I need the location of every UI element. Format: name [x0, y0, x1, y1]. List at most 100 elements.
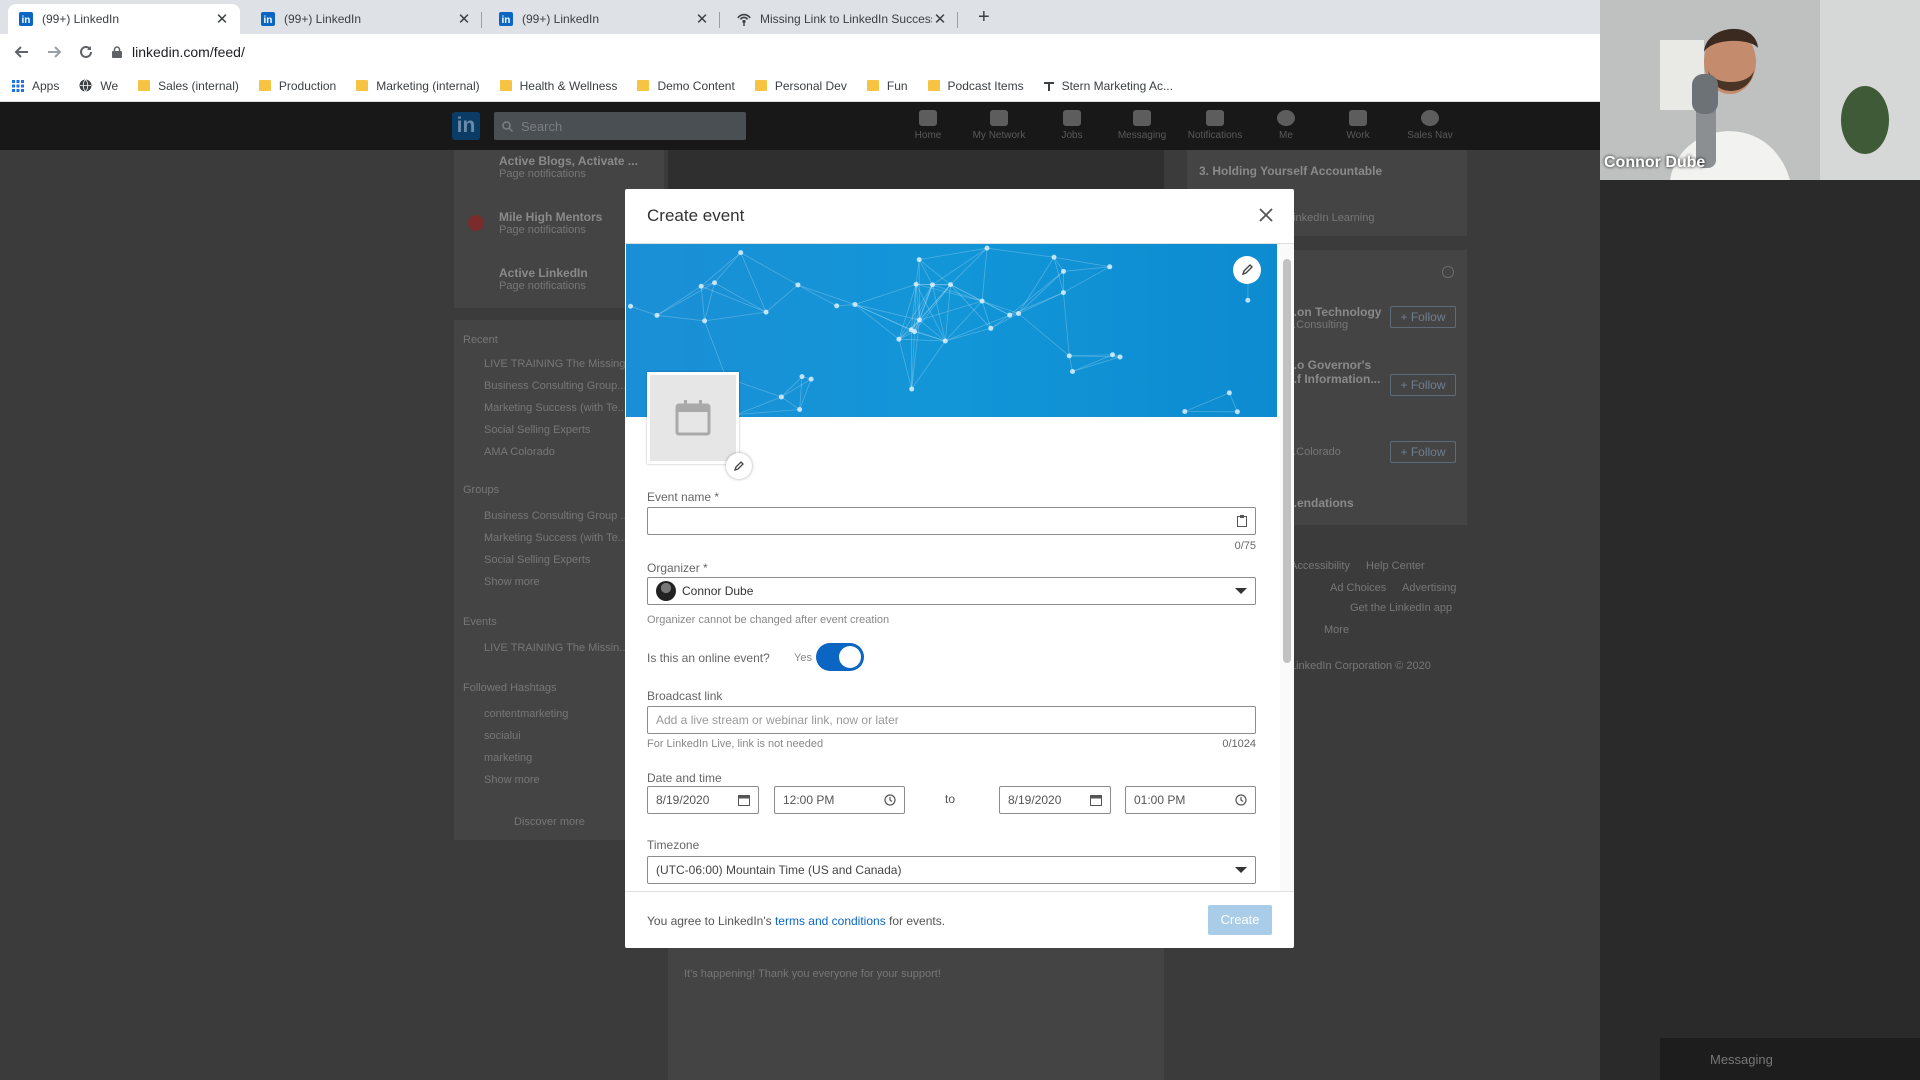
start-time-input[interactable]: 12:00 PM — [774, 786, 905, 814]
page-item[interactable]: Active LinkedIn Page notifications — [499, 266, 588, 292]
new-tab-button[interactable]: + — [978, 6, 990, 29]
back-icon[interactable] — [6, 44, 38, 60]
broadcast-link-input[interactable]: Add a live stream or webinar link, now o… — [647, 706, 1256, 734]
show-more-link[interactable]: Show more — [484, 774, 540, 786]
bookmark-stern[interactable]: Stern Marketing Ac... — [1043, 79, 1173, 93]
create-button[interactable]: Create — [1208, 905, 1272, 935]
nav-sales-nav[interactable]: Sales Nav — [1399, 110, 1461, 141]
edit-cover-pencil-icon[interactable] — [1233, 256, 1261, 284]
bookmark-folder[interactable]: Production — [258, 79, 336, 93]
linkedin-search[interactable]: Search — [494, 112, 746, 140]
bookmark-folder[interactable]: Sales (internal) — [138, 79, 239, 93]
show-more-link[interactable]: Show more — [484, 576, 540, 588]
close-icon[interactable] — [1254, 203, 1278, 227]
close-tab-icon[interactable]: ✕ — [456, 10, 472, 28]
nav-notifications[interactable]: Notifications — [1184, 110, 1246, 141]
event-item[interactable]: LIVE TRAINING The Missin... — [484, 642, 628, 654]
browser-tab[interactable]: Missing Link to LinkedIn Success ✕ — [726, 4, 958, 34]
nav-jobs[interactable]: Jobs — [1041, 110, 1103, 141]
webcam-feed: Connor Dube — [1600, 0, 1920, 180]
recent-item[interactable]: Social Selling Experts — [484, 424, 590, 436]
recent-item[interactable]: AMA Colorado — [484, 446, 555, 458]
bookmark-folder[interactable]: Podcast Items — [927, 79, 1024, 93]
browser-tab[interactable]: in (99+) LinkedIn ✕ — [8, 4, 240, 34]
clipboard-icon — [1237, 515, 1247, 527]
nav-my-network[interactable]: My Network — [968, 110, 1030, 141]
briefcase-icon — [1063, 110, 1081, 126]
messaging-icon — [1133, 110, 1151, 126]
scrollbar-thumb[interactable] — [1283, 259, 1291, 663]
nav-me[interactable]: Me — [1255, 110, 1317, 141]
organizer-select[interactable]: Connor Dube — [647, 577, 1256, 605]
bookmarks-bar: Apps We Sales (internal) Production Mark… — [0, 70, 1600, 102]
network-icon — [990, 110, 1008, 126]
event-logo-placeholder[interactable] — [647, 372, 739, 464]
messaging-bar[interactable]: Messaging — [1660, 1038, 1920, 1080]
recent-item[interactable]: Marketing Success (with Te... — [484, 402, 627, 414]
forward-icon[interactable] — [38, 44, 70, 60]
follow-button[interactable]: + Follow — [1390, 441, 1456, 463]
browser-tab[interactable]: in (99+) LinkedIn ✕ — [488, 4, 720, 34]
timezone-select[interactable]: (UTC-06:00) Mountain Time (US and Canada… — [647, 856, 1256, 884]
recent-item[interactable]: Business Consulting Group... — [484, 380, 626, 392]
info-icon[interactable] — [1442, 266, 1454, 278]
event-name-counter: 0/75 — [1234, 540, 1256, 552]
group-item[interactable]: Social Selling Experts — [484, 554, 590, 566]
nav-work[interactable]: Work — [1327, 110, 1389, 141]
group-item[interactable]: Business Consulting Group ... — [484, 510, 630, 522]
end-time-input[interactable]: 01:00 PM — [1125, 786, 1256, 814]
hashtag-item[interactable]: marketing — [484, 752, 532, 764]
nav-home[interactable]: Home — [897, 110, 959, 141]
groups-heading: Groups — [463, 484, 500, 496]
close-tab-icon[interactable]: ✕ — [932, 10, 948, 28]
terms-link[interactable]: terms and conditions — [775, 914, 886, 928]
linkedin-learning-link[interactable]: LinkedIn Learning — [1287, 212, 1374, 224]
recommendations-link[interactable]: ...endations — [1287, 496, 1354, 510]
url-field[interactable]: linkedin.com/feed/ — [112, 44, 245, 60]
apps-grid-icon — [12, 79, 24, 92]
group-item[interactable]: Marketing Success (with Te... — [484, 532, 627, 544]
post-video-strip — [668, 150, 1164, 190]
modal-footer: You agree to LinkedIn's terms and condit… — [625, 891, 1294, 948]
page-item[interactable]: Active Blogs, Activate ... Page notificat… — [499, 154, 638, 180]
event-name-label: Event name * — [647, 490, 720, 504]
course-title[interactable]: 3. Holding Yourself Accountable — [1199, 164, 1382, 178]
to-label: to — [945, 792, 956, 806]
home-icon — [919, 110, 937, 126]
linkedin-icon: in — [18, 11, 34, 27]
bookmark-folder[interactable]: Marketing (internal) — [356, 79, 480, 93]
browser-tab[interactable]: in (99+) LinkedIn ✕ — [250, 4, 482, 34]
hashtag-item[interactable]: contentmarketing — [484, 708, 568, 720]
bookmark-folder[interactable]: Health & Wellness — [499, 79, 617, 93]
bookmark-folder[interactable]: Fun — [866, 79, 908, 93]
start-date-input[interactable]: 8/19/2020 — [647, 786, 759, 814]
page-item[interactable]: Mile High Mentors Page notifications — [499, 210, 602, 236]
reload-icon[interactable] — [70, 44, 102, 60]
webcam-scene — [1600, 0, 1920, 180]
event-name-input[interactable] — [647, 507, 1256, 535]
close-tab-icon[interactable]: ✕ — [694, 10, 710, 28]
bookmark-folder[interactable]: Personal Dev — [754, 79, 847, 93]
recent-item[interactable]: LIVE TRAINING The Missing... — [484, 358, 635, 370]
tab-title: Missing Link to LinkedIn Success — [760, 12, 932, 26]
timezone-label: Timezone — [647, 838, 700, 852]
bookmark-folder[interactable]: Demo Content — [637, 79, 735, 93]
bookmark-we[interactable]: We — [79, 79, 118, 93]
chevron-down-icon — [1235, 588, 1247, 594]
online-event-toggle[interactable] — [816, 643, 864, 671]
clock-icon — [1235, 794, 1247, 806]
nav-messaging[interactable]: Messaging — [1111, 110, 1173, 141]
modal-header: Create event — [625, 189, 1294, 244]
events-heading: Events — [463, 616, 497, 628]
close-tab-icon[interactable]: ✕ — [214, 10, 230, 28]
linkedin-logo[interactable]: in — [452, 112, 480, 140]
hashtag-item[interactable]: socialui — [484, 730, 521, 742]
edit-logo-pencil-icon[interactable] — [726, 453, 752, 479]
follow-button[interactable]: + Follow — [1390, 374, 1456, 396]
follow-button[interactable]: + Follow — [1390, 306, 1456, 328]
end-date-input[interactable]: 8/19/2020 — [999, 786, 1111, 814]
discover-more-link[interactable]: Discover more — [514, 816, 585, 828]
avatar-icon — [1277, 110, 1295, 126]
bookmark-apps[interactable]: Apps — [12, 79, 59, 93]
bookmark-icon — [1043, 81, 1054, 91]
